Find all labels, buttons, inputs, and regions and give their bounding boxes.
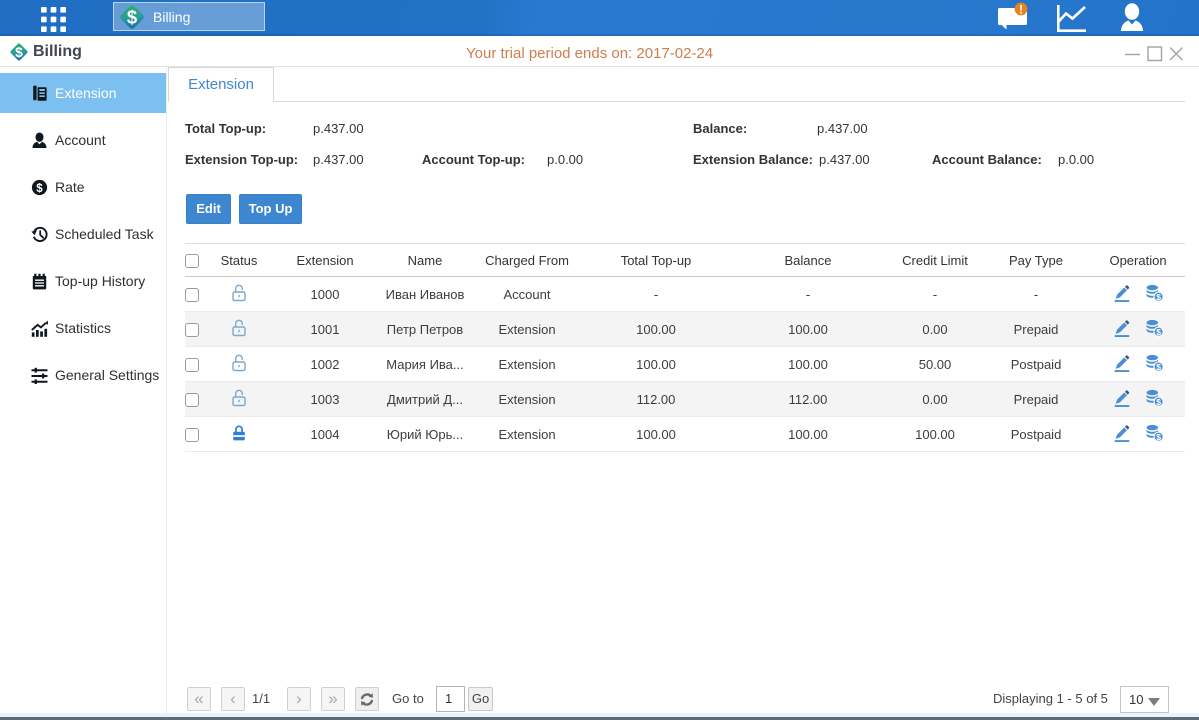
svg-text:!: ! (1019, 2, 1023, 16)
svg-text:$: $ (1156, 361, 1161, 371)
svg-text:$: $ (1156, 431, 1161, 441)
svg-text:$: $ (36, 183, 43, 195)
svg-text:$: $ (1156, 326, 1161, 336)
svg-text:$: $ (1156, 396, 1161, 406)
svg-text:$: $ (15, 44, 23, 60)
svg-text:$: $ (1156, 291, 1161, 301)
svg-text:$: $ (127, 6, 138, 27)
